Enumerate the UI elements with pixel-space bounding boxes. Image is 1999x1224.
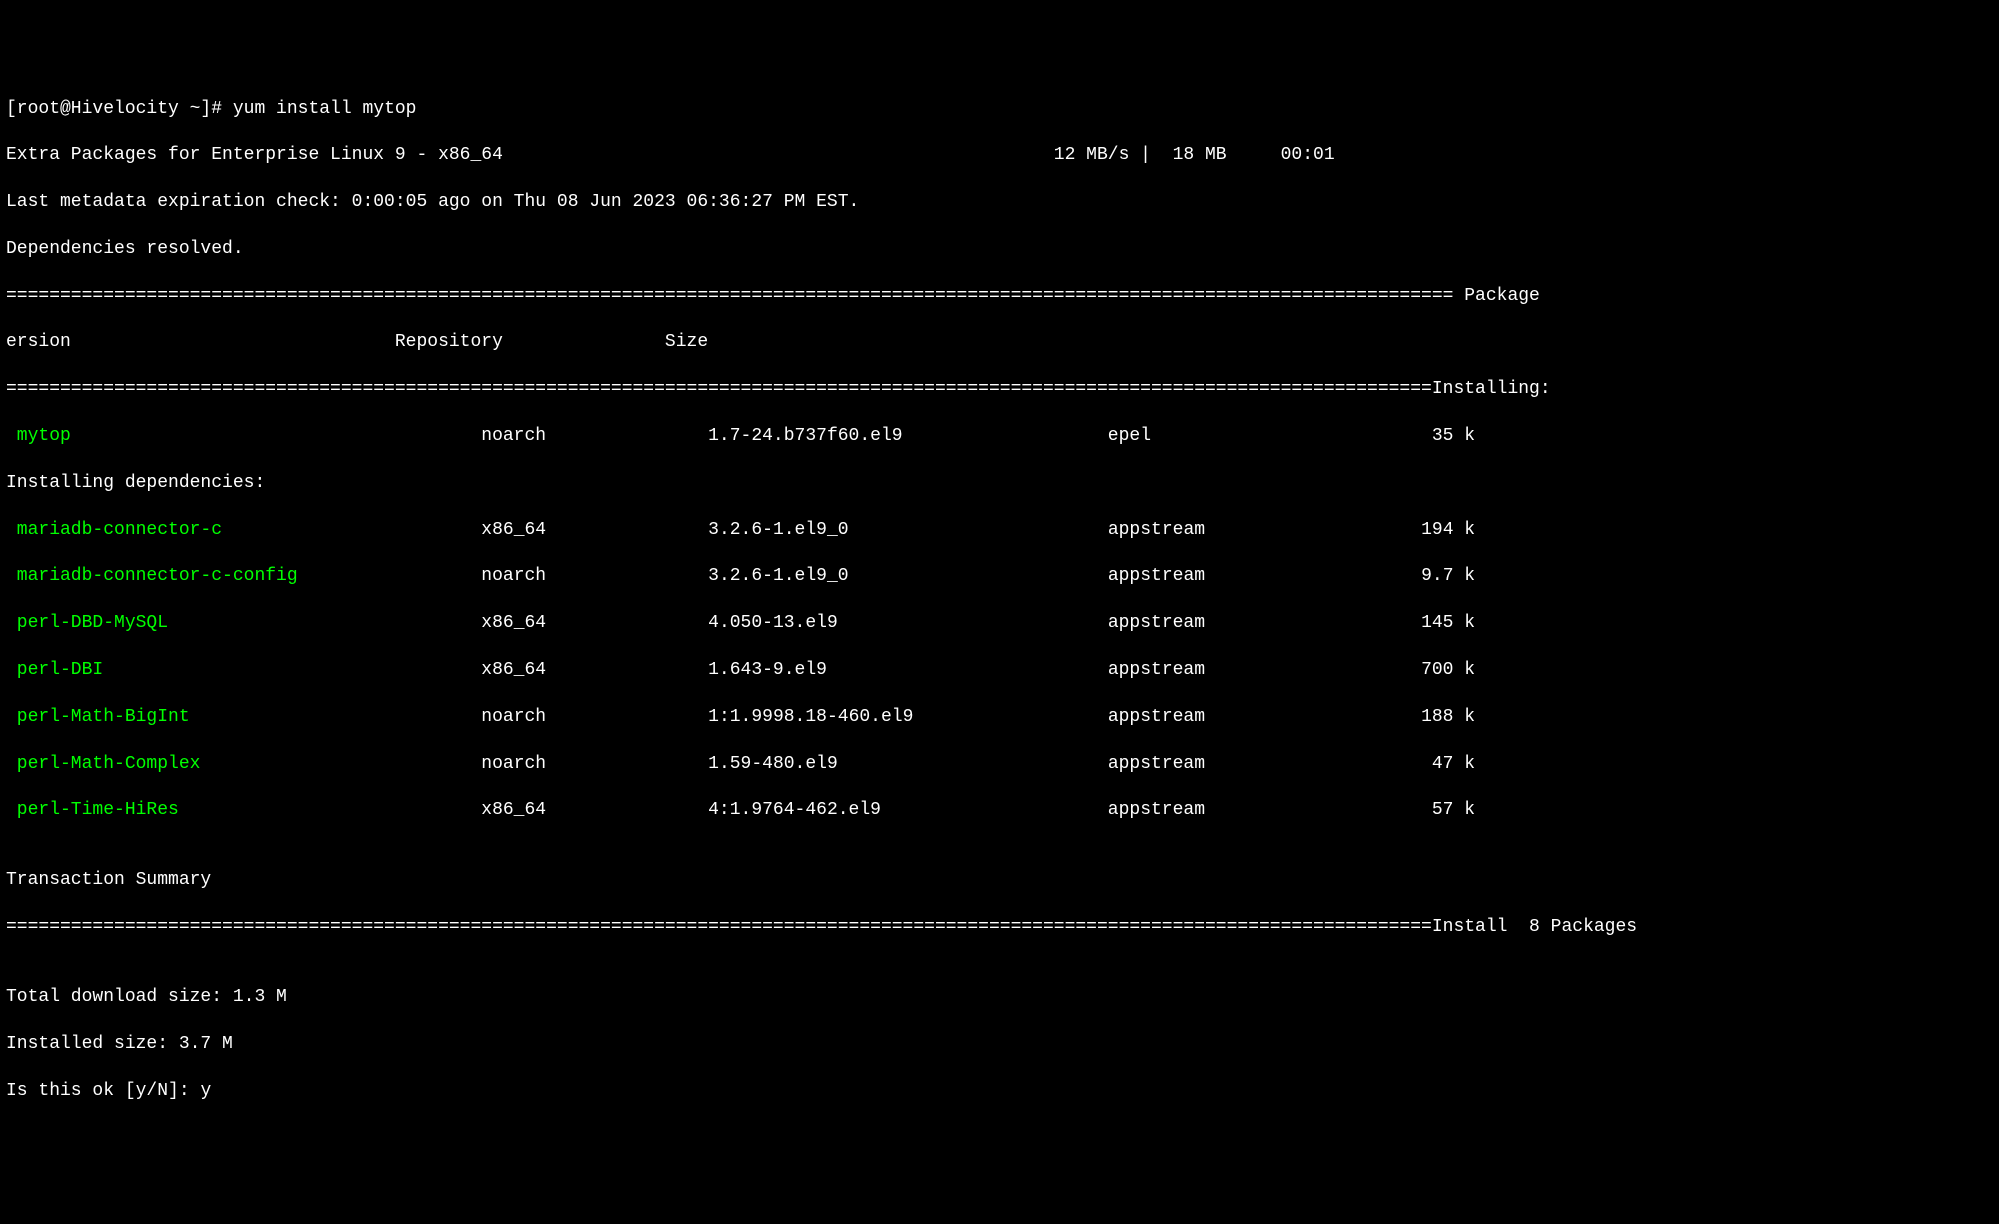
package-row: perl-Math-BigInt noarch 1:1.9998.18-460.…	[6, 706, 1993, 729]
package-name: perl-Math-BigInt	[6, 707, 190, 727]
divider-row: ========================================…	[6, 378, 1993, 401]
package-repo: appstream	[1108, 800, 1205, 820]
confirm-answer: y	[200, 1081, 211, 1101]
package-arch: x86_64	[481, 800, 546, 820]
package-version: 1.7-24.b737f60.el9	[708, 426, 902, 446]
package-repo: appstream	[1108, 566, 1205, 586]
deps-resolved-line: Dependencies resolved.	[6, 238, 1993, 261]
confirm-prompt-text: Is this ok [y/N]:	[6, 1081, 200, 1101]
package-arch: noarch	[481, 754, 546, 774]
install-count-label: Install 8 Packages	[1432, 917, 1637, 937]
transaction-summary-label: Transaction Summary	[6, 869, 1993, 892]
package-size: 145 k	[1421, 613, 1475, 633]
total-download-size: Total download size: 1.3 M	[6, 986, 1993, 1009]
package-version: 3.2.6-1.el9_0	[708, 520, 848, 540]
installing-deps-label: Installing dependencies:	[6, 472, 1993, 495]
package-row: mariadb-connector-c x86_64 3.2.6-1.el9_0…	[6, 519, 1993, 542]
package-name: perl-Time-HiRes	[6, 800, 179, 820]
shell-prompt: [root@Hivelocity ~]#	[6, 99, 233, 119]
command-text: yum install mytop	[233, 99, 417, 119]
package-version: 1:1.9998.18-460.el9	[708, 707, 913, 727]
package-arch: noarch	[481, 707, 546, 727]
package-name: mariadb-connector-c-config	[6, 566, 298, 586]
package-repo: appstream	[1108, 707, 1205, 727]
divider-segment: ========================================…	[6, 286, 1464, 306]
package-name: perl-Math-Complex	[6, 754, 200, 774]
column-headers: ersion Repository Size	[6, 331, 1993, 354]
package-name: mariadb-connector-c	[6, 520, 222, 540]
package-version: 4:1.9764-462.el9	[708, 800, 881, 820]
package-repo: epel	[1108, 426, 1151, 446]
package-row: mariadb-connector-c-config noarch 3.2.6-…	[6, 565, 1993, 588]
repo-status-line: Extra Packages for Enterprise Linux 9 - …	[6, 144, 1993, 167]
package-row: mytop noarch 1.7-24.b737f60.el9 epel 35 …	[6, 425, 1993, 448]
confirm-prompt-line[interactable]: Is this ok [y/N]: y	[6, 1080, 1993, 1103]
package-name: perl-DBI	[6, 660, 103, 680]
package-name: perl-DBD-MySQL	[6, 613, 168, 633]
package-repo: appstream	[1108, 613, 1205, 633]
package-arch: x86_64	[481, 520, 546, 540]
package-repo: appstream	[1108, 660, 1205, 680]
installed-size: Installed size: 3.7 M	[6, 1033, 1993, 1056]
package-arch: noarch	[481, 426, 546, 446]
package-arch: x86_64	[481, 660, 546, 680]
package-size: 9.7 k	[1421, 566, 1475, 586]
package-version: 1.643-9.el9	[708, 660, 827, 680]
package-size: 35 k	[1432, 426, 1475, 446]
command-line: [root@Hivelocity ~]# yum install mytop	[6, 98, 1993, 121]
package-size: 57 k	[1432, 800, 1475, 820]
package-arch: x86_64	[481, 613, 546, 633]
package-version: 1.59-480.el9	[708, 754, 838, 774]
divider-row: ========================================…	[6, 285, 1993, 308]
package-size: 194 k	[1421, 520, 1475, 540]
package-size: 700 k	[1421, 660, 1475, 680]
package-arch: noarch	[481, 566, 546, 586]
package-size: 47 k	[1432, 754, 1475, 774]
divider-segment: ========================================…	[6, 379, 1432, 399]
divider-segment: ========================================…	[6, 917, 1432, 937]
metadata-expiration-line: Last metadata expiration check: 0:00:05 …	[6, 191, 1993, 214]
package-name: mytop	[6, 426, 71, 446]
package-repo: appstream	[1108, 520, 1205, 540]
installing-label: Installing:	[1432, 379, 1551, 399]
package-repo: appstream	[1108, 754, 1205, 774]
package-version: 4.050-13.el9	[708, 613, 838, 633]
package-row: perl-DBI x86_64 1.643-9.el9 appstream 70…	[6, 659, 1993, 682]
package-size: 188 k	[1421, 707, 1475, 727]
package-header-label: Package	[1464, 286, 1540, 306]
package-row: perl-Time-HiRes x86_64 4:1.9764-462.el9 …	[6, 799, 1993, 822]
package-row: perl-Math-Complex noarch 1.59-480.el9 ap…	[6, 753, 1993, 776]
package-version: 3.2.6-1.el9_0	[708, 566, 848, 586]
package-row: perl-DBD-MySQL x86_64 4.050-13.el9 appst…	[6, 612, 1993, 635]
divider-row: ========================================…	[6, 916, 1993, 939]
